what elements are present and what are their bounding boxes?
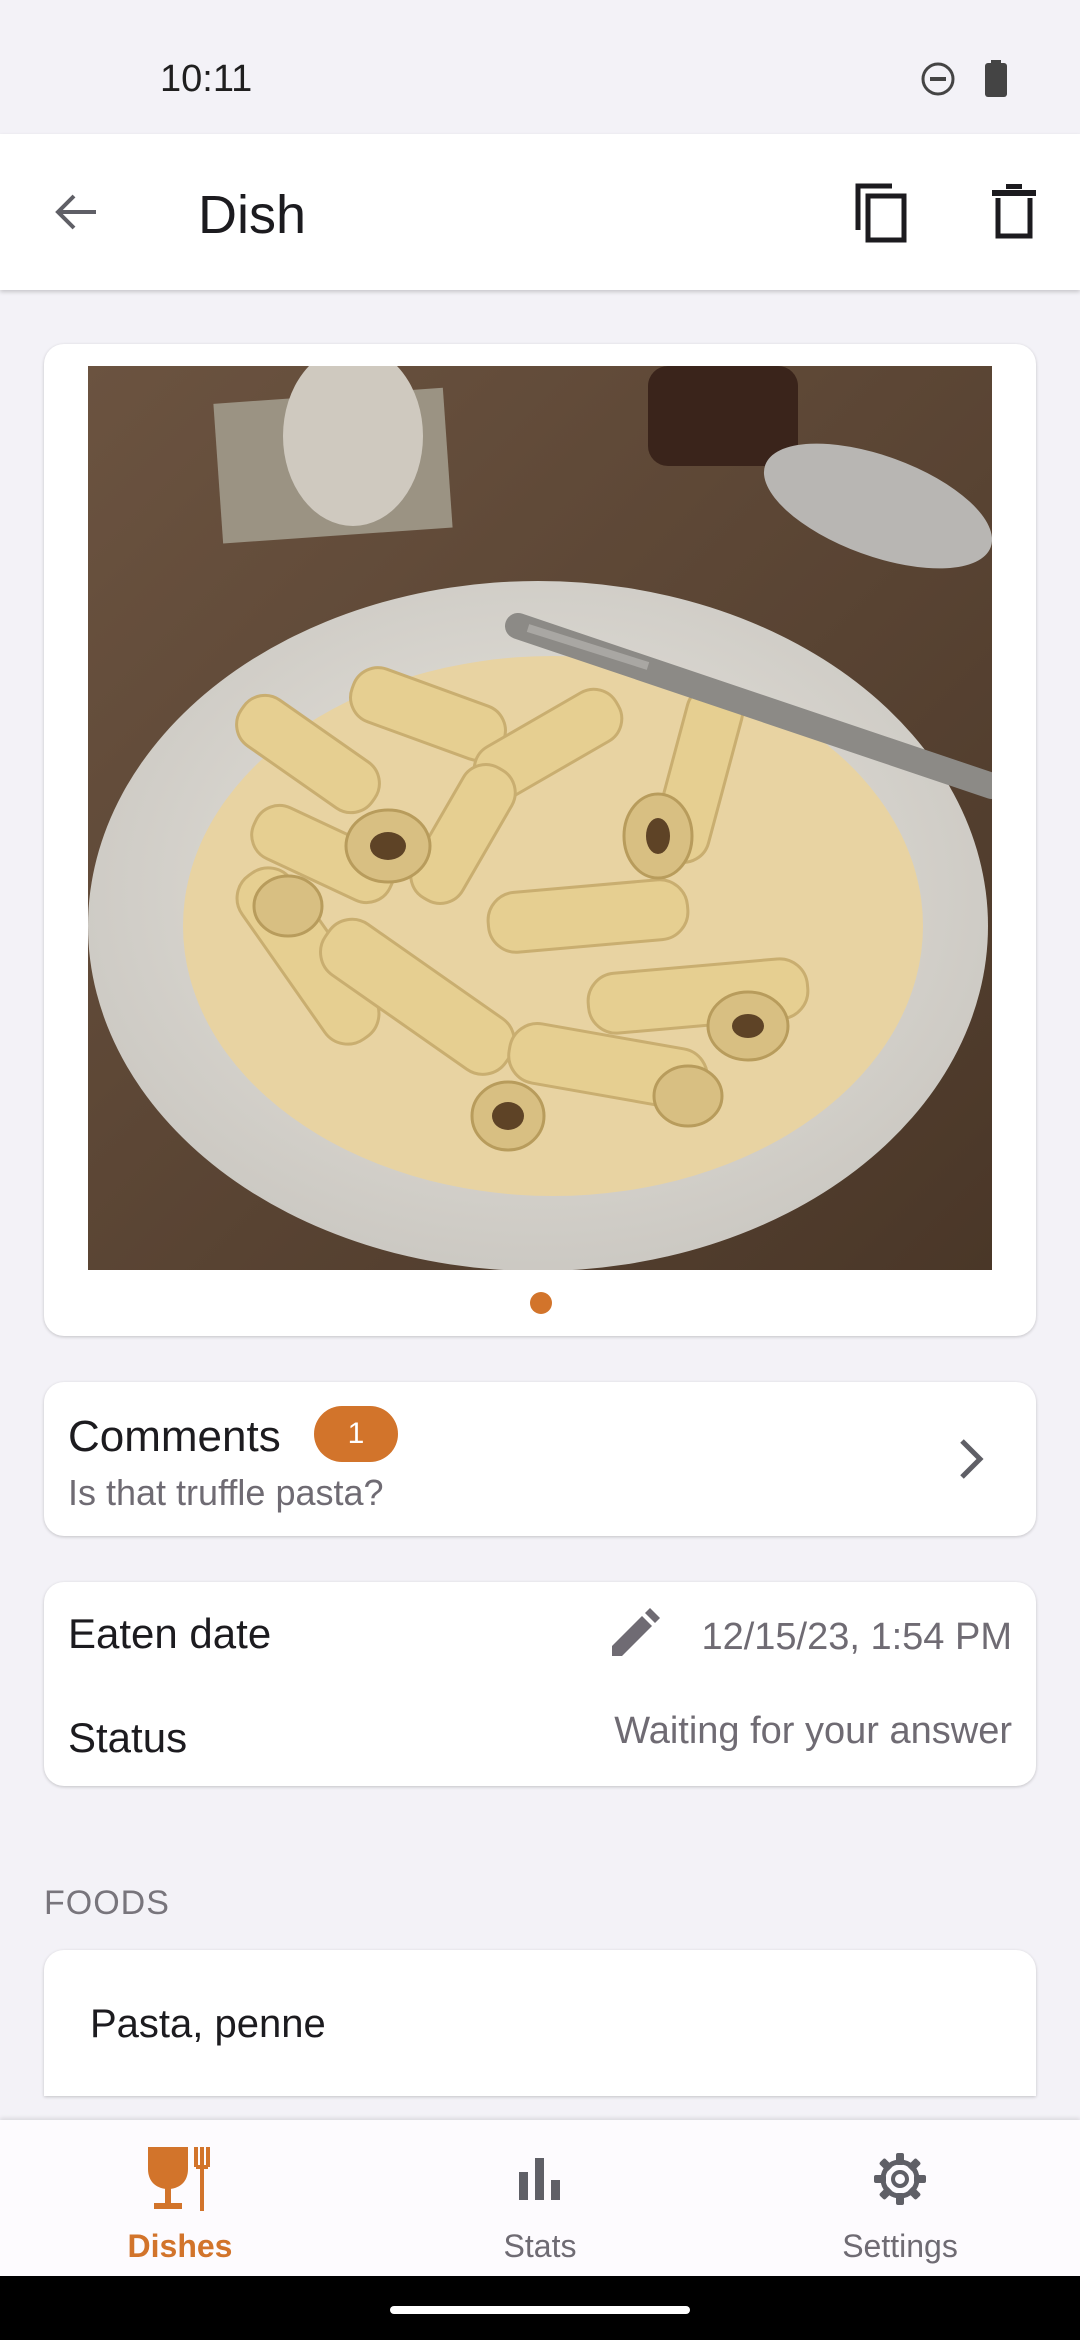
comments-count-badge: 1 [314, 1406, 398, 1462]
back-button[interactable] [40, 176, 112, 248]
status-label: Status [68, 1714, 188, 1761]
foods-section-header: FOODS [44, 1884, 170, 1922]
comments-title: Comments [68, 1412, 281, 1461]
app-bar: Dish [0, 134, 1080, 290]
status-icons [920, 60, 1008, 103]
chevron-right-icon [946, 1434, 996, 1484]
home-gesture-bar[interactable] [390, 2306, 690, 2314]
eaten-date-label: Eaten date [68, 1610, 272, 1657]
comments-preview: Is that truffle pasta? [68, 1472, 384, 1513]
bottom-navigation: Dishes Stats Settings [0, 2120, 1080, 2276]
eaten-date-value[interactable]: 12/15/23, 1:54 PM [701, 1616, 1012, 1659]
edit-icon[interactable] [604, 1602, 666, 1664]
nav-item-settings[interactable]: Settings [720, 2120, 1080, 2276]
nav-item-dishes[interactable]: Dishes [0, 2120, 360, 2276]
trash-icon [992, 184, 1036, 239]
status-time: 10:11 [160, 58, 253, 100]
arrow-back-icon [55, 194, 96, 230]
status-value: Waiting for your answer [614, 1710, 1012, 1752]
page-indicator-dot [530, 1292, 552, 1314]
foods-list: Pasta, penne [44, 1950, 1036, 2096]
copy-button[interactable] [844, 174, 920, 250]
dishes-icon [0, 2142, 360, 2216]
do-not-disturb-icon [920, 61, 956, 102]
nav-label-settings: Settings [842, 2228, 958, 2264]
nav-label-dishes: Dishes [127, 2228, 233, 2264]
comments-row[interactable]: Comments 1 Is that truffle pasta? [44, 1382, 1036, 1536]
status-bar: 10:11 [0, 0, 1080, 134]
delete-button[interactable] [976, 174, 1052, 250]
food-item[interactable]: Pasta, penne [90, 2002, 326, 2047]
details-card: Eaten date 12/15/23, 1:54 PM Status Wait… [44, 1582, 1036, 1786]
nav-label-stats: Stats [503, 2228, 577, 2264]
nav-item-stats[interactable]: Stats [360, 2120, 720, 2276]
battery-icon [984, 60, 1008, 103]
settings-icon [720, 2142, 1080, 2216]
page-title: Dish [198, 185, 307, 245]
copy-icon [855, 183, 907, 243]
stats-icon [360, 2142, 720, 2216]
dish-photo[interactable] [88, 366, 992, 1270]
screen: 10:11 Dish Comments 1 Is that truffle pa… [0, 0, 1080, 2340]
gesture-area [0, 2276, 1080, 2340]
photo-card [44, 344, 1036, 1336]
